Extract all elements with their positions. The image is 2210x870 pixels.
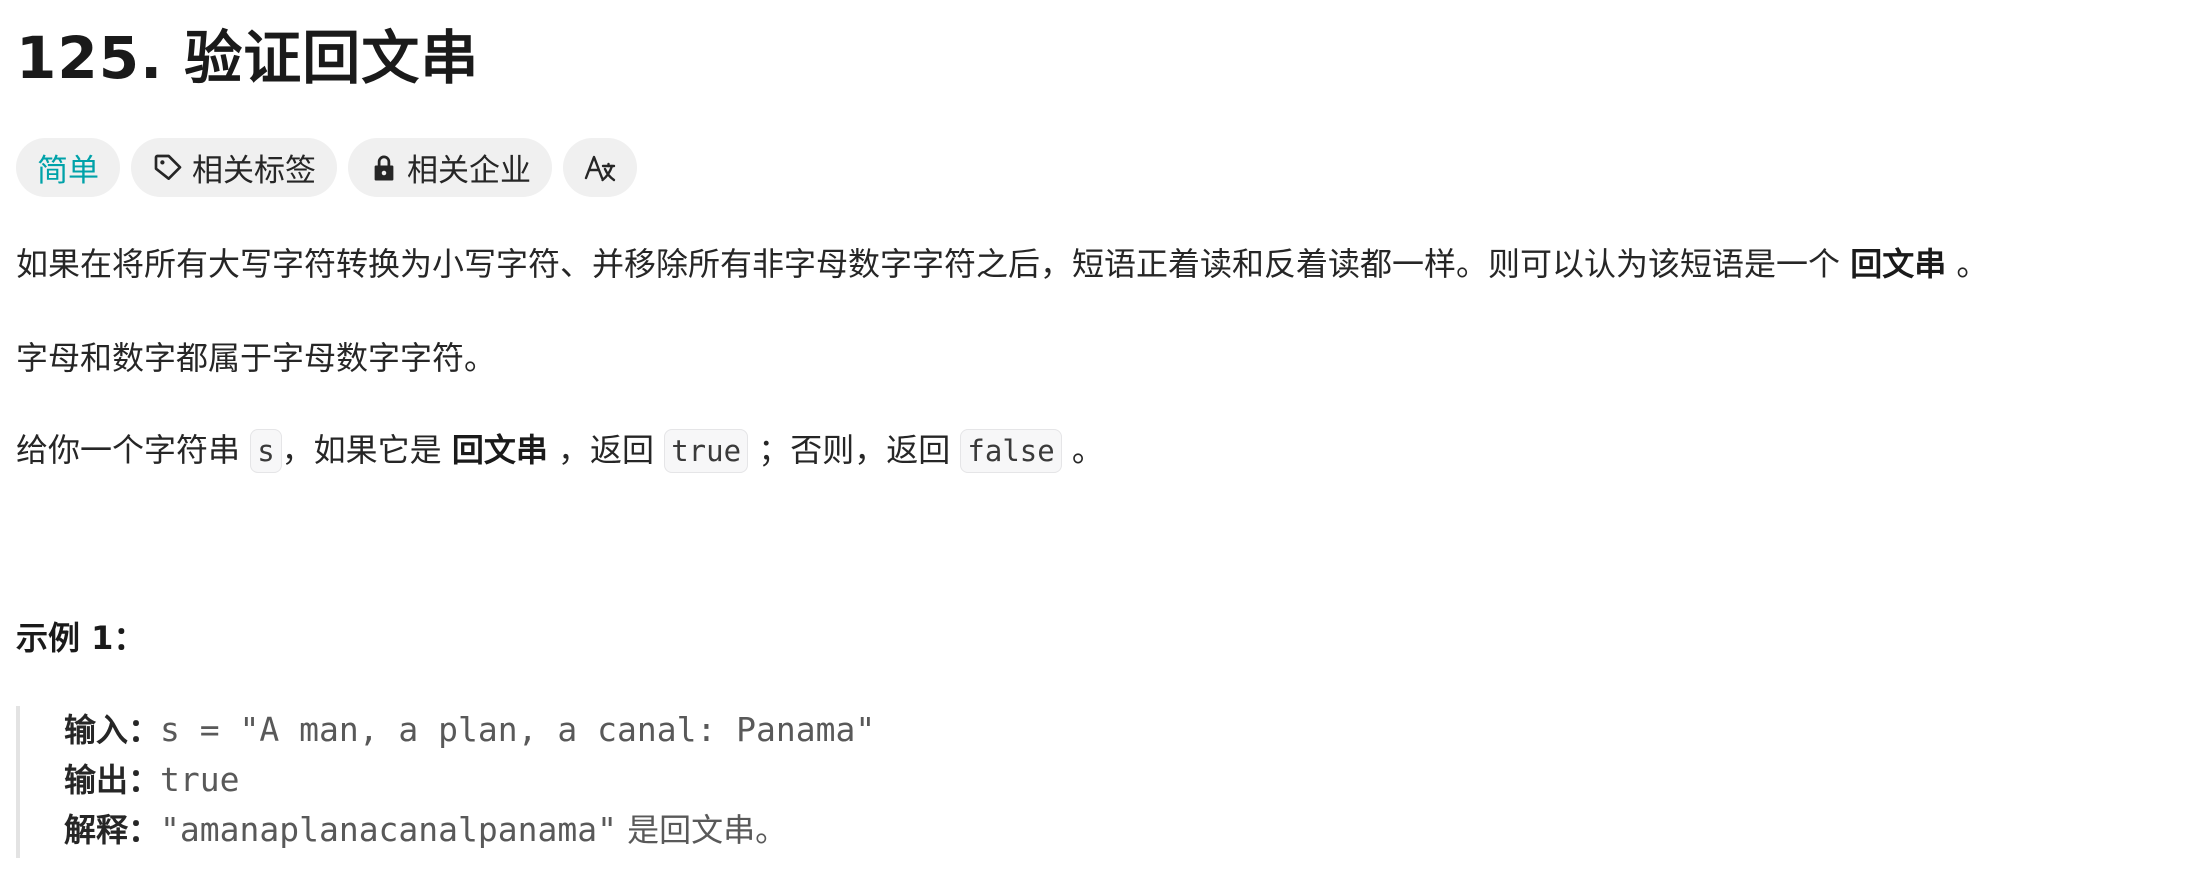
inline-code-s: s — [250, 429, 282, 473]
explanation-label: 解释： — [64, 811, 161, 849]
description-paragraph-1: 如果在将所有大写字符转换为小写字符、并移除所有非字母数字字符之后，短语正着读和反… — [16, 242, 1988, 286]
palindrome-term: 回文串 — [451, 431, 548, 469]
example-input-line: 输入：s = "A man, a plan, a canal: Panama" — [64, 706, 875, 754]
description-text: 。 — [1061, 431, 1104, 469]
related-tags-button[interactable]: 相关标签 — [131, 138, 337, 197]
example-output-line: 输出：true — [64, 756, 240, 804]
translate-button[interactable] — [563, 138, 637, 197]
input-label: 输入： — [64, 711, 161, 749]
output-value: true — [160, 760, 240, 799]
page-title: 125. 验证回文串 — [16, 24, 480, 92]
lock-icon — [369, 153, 399, 183]
related-companies-button[interactable]: 相关企业 — [348, 138, 552, 197]
example-block: 输入：s = "A man, a plan, a canal: Panama" … — [16, 706, 1220, 858]
example-title: 示例 1： — [16, 619, 146, 657]
description-text: ，如果它是 — [281, 431, 452, 469]
difficulty-badge[interactable]: 简单 — [16, 138, 120, 197]
related-tags-label: 相关标签 — [192, 153, 316, 189]
difficulty-label: 简单 — [37, 153, 99, 189]
palindrome-term: 回文串 — [1850, 245, 1947, 283]
description-text: ；否则，返回 — [748, 431, 961, 469]
description-text: 给你一个字符串 — [16, 431, 251, 469]
explanation-suffix: 是回文串。 — [616, 811, 788, 849]
description-paragraph-2: 字母和数字都属于字母数字字符。 — [16, 339, 497, 377]
example-explanation-line: 解释："amanaplanacanalpanama" 是回文串。 — [64, 806, 787, 854]
input-value: s = "A man, a plan, a canal: Panama" — [160, 710, 876, 749]
translate-icon — [583, 151, 617, 185]
description-text: ，返回 — [547, 431, 665, 469]
description-paragraph-3: 给你一个字符串 s ，如果它是 回文串 ，返回 true ；否则，返回 false… — [16, 428, 1104, 473]
description-text: 如果在将所有大写字符转换为小写字符、并移除所有非字母数字字符之后，短语正着读和反… — [16, 245, 1851, 283]
related-companies-label: 相关企业 — [407, 153, 531, 189]
tag-icon — [152, 152, 184, 184]
output-label: 输出： — [64, 761, 161, 799]
problem-tags-bar: 简单 相关标签 相关企业 — [16, 138, 637, 197]
inline-code-false: false — [960, 429, 1062, 473]
inline-code-true: true — [664, 429, 749, 473]
description-text: 。 — [1946, 245, 1989, 283]
explanation-value: "amanaplanacanalpanama" — [160, 810, 617, 849]
